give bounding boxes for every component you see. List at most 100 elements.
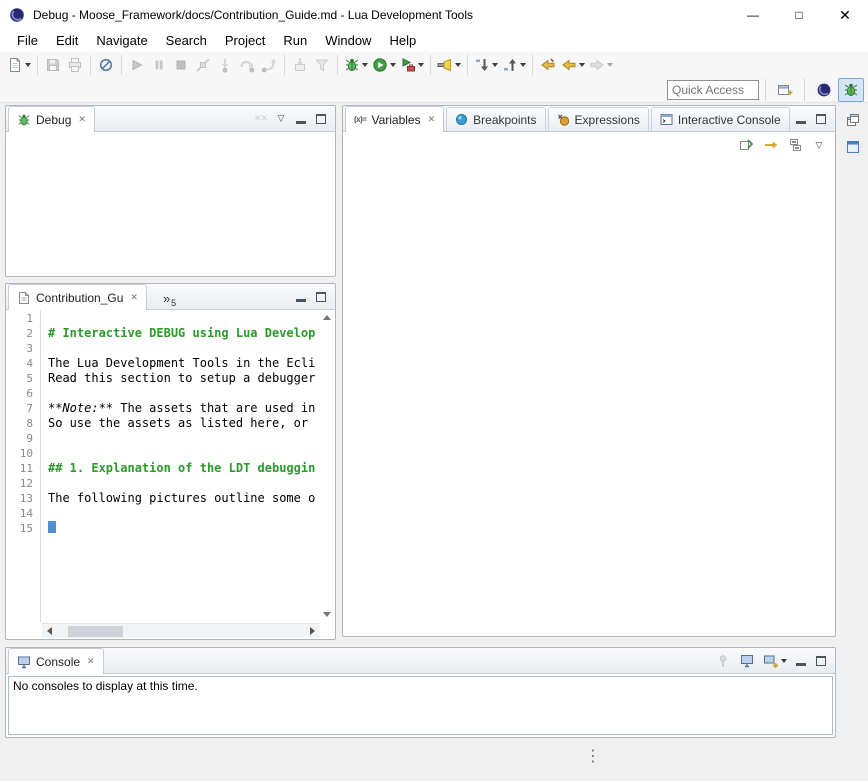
code-line[interactable]: **Note:** The assets that are used in <box>42 401 320 416</box>
code-line[interactable]: So use the assets as listed here, or <box>42 416 320 431</box>
scrollbar-thumb[interactable] <box>68 626 123 637</box>
debug-button[interactable] <box>342 53 370 77</box>
code-line[interactable]: The Lua Development Tools in the Ecli <box>42 356 320 371</box>
maximize-view-button[interactable] <box>315 109 327 129</box>
menu-run[interactable]: Run <box>274 30 316 52</box>
minimize-button[interactable]: — <box>730 0 776 30</box>
tab-editor-contribution-guide[interactable]: Contribution_Gu ✕ <box>8 284 147 310</box>
external-tools-button[interactable] <box>398 53 426 77</box>
bottom-sash-grip[interactable]: ⋮ <box>585 749 601 765</box>
last-edit-location-button[interactable] <box>537 53 559 77</box>
editor-code[interactable]: # Interactive DEBUG using Lua Develop The… <box>42 310 320 622</box>
next-annotation-button[interactable] <box>472 53 500 77</box>
previous-annotation-button[interactable] <box>500 53 528 77</box>
terminate-button[interactable] <box>170 53 192 77</box>
dropdown-icon <box>607 63 613 67</box>
editor-gutter[interactable]: 123456789101112131415 <box>7 310 41 622</box>
view-menu-icon[interactable]: ▽ <box>813 135 825 155</box>
quick-access-input[interactable] <box>667 80 759 100</box>
show-type-names-button[interactable] <box>738 135 754 155</box>
window-title: Debug - Moose_Framework/docs/Contributio… <box>33 8 473 22</box>
disconnect-button[interactable] <box>192 53 214 77</box>
editor-vertical-scrollbar[interactable] <box>320 310 334 622</box>
use-step-filters-button[interactable] <box>311 53 333 77</box>
code-line[interactable] <box>42 446 320 461</box>
close-button[interactable]: ✕ <box>822 0 868 30</box>
menu-project[interactable]: Project <box>216 30 274 52</box>
code-line[interactable] <box>42 311 320 326</box>
code-line[interactable] <box>42 386 320 401</box>
menu-help[interactable]: Help <box>380 30 425 52</box>
run-button[interactable] <box>370 53 398 77</box>
code-line[interactable] <box>42 341 320 356</box>
remove-all-terminated-button[interactable]: ✕✕ <box>254 109 267 129</box>
code-line[interactable] <box>42 476 320 491</box>
save-button[interactable] <box>42 53 64 77</box>
resume-button[interactable] <box>126 53 148 77</box>
step-over-button[interactable] <box>236 53 258 77</box>
skip-all-breakpoints-button[interactable] <box>95 53 117 77</box>
close-icon[interactable]: ✕ <box>87 656 95 667</box>
show-logical-structure-button[interactable] <box>763 135 779 155</box>
collapse-all-button[interactable] <box>788 135 804 155</box>
code-line[interactable] <box>42 431 320 446</box>
step-into-button[interactable] <box>214 53 236 77</box>
tab-expressions[interactable]: Expressions <box>548 107 649 131</box>
display-selected-console-button[interactable] <box>739 651 755 671</box>
minimize-view-button[interactable] <box>295 109 307 129</box>
suspend-button[interactable] <box>148 53 170 77</box>
code-line[interactable]: ## 1. Explanation of the LDT debuggin <box>42 461 320 476</box>
menu-navigate[interactable]: Navigate <box>87 30 156 52</box>
dropdown-icon <box>781 659 787 663</box>
pin-console-button[interactable] <box>715 651 731 671</box>
line-number: 3 <box>7 341 40 356</box>
menu-file[interactable]: File <box>8 30 47 52</box>
dropdown-icon <box>455 63 461 67</box>
close-icon[interactable]: ✕ <box>428 114 436 125</box>
scrollbar-track[interactable] <box>57 625 305 638</box>
drop-to-frame-button[interactable] <box>289 53 311 77</box>
maximize-button[interactable]: □ <box>776 0 822 30</box>
open-console-button[interactable] <box>763 651 787 671</box>
back-button[interactable] <box>559 53 587 77</box>
debug-perspective-button[interactable] <box>838 78 864 102</box>
code-line[interactable]: # Interactive DEBUG using Lua Develop <box>42 326 320 341</box>
editor-overflow-chevron[interactable]: »5 <box>163 291 176 306</box>
menu-window[interactable]: Window <box>316 30 380 52</box>
view-menu-icon[interactable]: ▽ <box>275 109 287 129</box>
editor-horizontal-scrollbar[interactable] <box>42 623 320 638</box>
open-perspective-button[interactable] <box>772 78 798 102</box>
close-icon[interactable]: ✕ <box>130 292 138 303</box>
code-line[interactable] <box>42 506 320 521</box>
restore-views-button[interactable] <box>843 110 863 130</box>
maximize-view-button[interactable] <box>315 287 327 307</box>
code-line[interactable]: Read this section to setup a debugger <box>42 371 320 386</box>
step-return-button[interactable] <box>258 53 280 77</box>
maximize-view-button[interactable] <box>815 651 827 671</box>
minimize-view-button[interactable] <box>295 287 307 307</box>
minimized-view-button[interactable] <box>843 137 863 157</box>
print-button[interactable] <box>64 53 86 77</box>
minimize-view-button[interactable] <box>795 651 807 671</box>
tab-variables[interactable]: (x)= Variables ✕ <box>345 106 444 132</box>
tab-breakpoints[interactable]: Breakpoints <box>446 107 545 131</box>
menu-search[interactable]: Search <box>157 30 216 52</box>
code-line[interactable]: The following pictures outline some o <box>42 491 320 506</box>
search-button[interactable] <box>435 53 463 77</box>
menu-edit[interactable]: Edit <box>47 30 87 52</box>
scroll-up-icon[interactable] <box>323 315 331 320</box>
code-line[interactable] <box>42 521 320 536</box>
interactive-console-icon <box>660 113 673 126</box>
tab-debug[interactable]: Debug ✕ <box>8 106 95 132</box>
maximize-view-button[interactable] <box>815 109 827 129</box>
scroll-right-icon[interactable] <box>310 627 315 635</box>
ldt-perspective-button[interactable] <box>811 78 837 102</box>
tab-interactive-console[interactable]: Interactive Console <box>651 107 790 131</box>
scroll-left-icon[interactable] <box>47 627 52 635</box>
close-icon[interactable]: ✕ <box>78 114 86 125</box>
tab-console[interactable]: Console ✕ <box>8 648 104 674</box>
minimize-view-button[interactable] <box>795 109 807 129</box>
forward-button[interactable] <box>587 53 615 77</box>
scroll-down-icon[interactable] <box>323 612 331 617</box>
new-button[interactable] <box>5 53 33 77</box>
